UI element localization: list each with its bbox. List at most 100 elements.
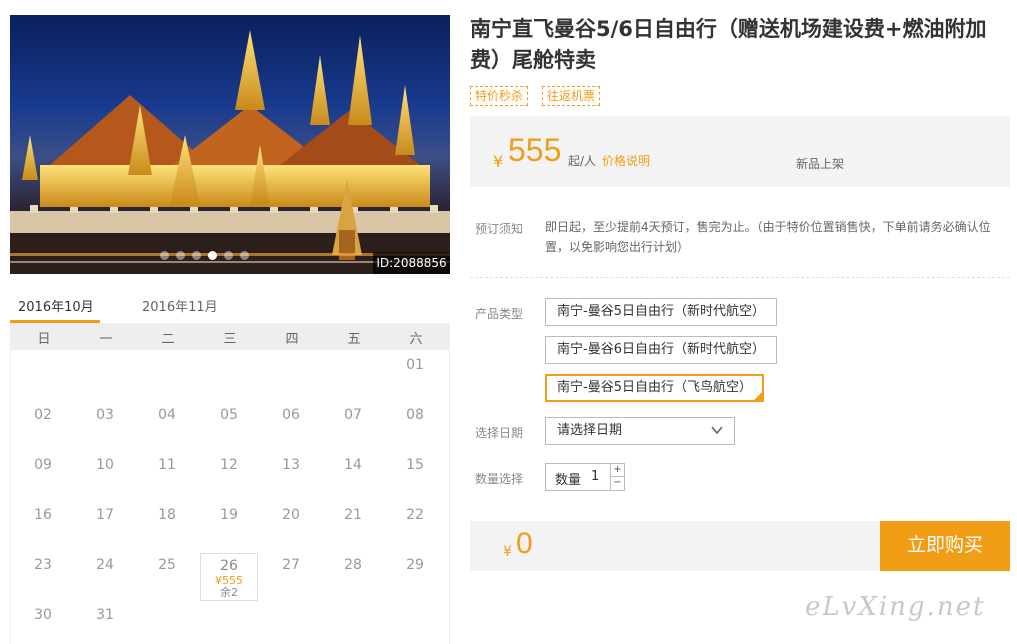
price-unit: 起/人 [568,154,597,168]
calendar-day: 31 [76,603,134,644]
calendar-day: 10 [76,453,134,501]
slide-dot[interactable] [176,251,185,260]
quantity-minus-button[interactable]: − [610,477,624,490]
day-number: 31 [96,607,114,623]
weekday-label: 六 [409,332,423,347]
tab-month-oct[interactable]: 2016年10月 [18,296,94,315]
calendar-day: 20 [262,503,320,551]
day-number: 25 [158,557,176,573]
calendar-day: 19 [200,503,258,551]
calendar-month-tabs: 2016年10月 2016年11月 [10,288,450,324]
quantity-value[interactable]: 1 [591,469,599,484]
slide-dot-active[interactable] [208,251,217,260]
day-number: 26 [220,558,238,574]
buy-now-button[interactable]: 立即购买 [880,521,1010,571]
day-number: 02 [34,407,52,423]
booking-notice-label: 预订须知 [475,222,524,236]
weekday-label: 日 [37,332,51,347]
day-number: 08 [406,407,424,423]
slide-dot[interactable] [240,251,249,260]
day-number: 29 [406,557,424,573]
total-panel: ¥ 0 立即购买 [470,521,1010,571]
weekday-label: 一 [99,332,113,347]
quantity-plus-button[interactable]: + [610,464,624,477]
day-number: 19 [220,507,238,523]
date-select-dropdown[interactable]: 请选择日期 [545,417,735,445]
section-divider [470,277,1010,278]
day-number: 01 [406,357,424,373]
calendar-day: 15 [386,453,444,501]
slide-dot[interactable] [224,251,233,260]
calendar-day: 09 [14,453,72,501]
calendar-day: 14 [324,453,382,501]
calendar-day: 02 [14,403,72,451]
calendar-day: 25 [138,553,196,601]
tag-flash-sale: 特价秒杀 [470,86,529,106]
day-number: 11 [158,457,176,473]
watermark-text: eLvXing.net [805,592,986,622]
calendar-day: 29 [386,553,444,601]
option-label: 南宁-曼谷5日自由行（飞鸟航空） [557,380,752,395]
calendar-day: 28 [324,553,382,601]
tag-round-trip: 往返机票 [542,86,601,106]
day-number: 14 [344,457,362,473]
price-explanation-link[interactable]: 价格说明 [602,152,650,169]
calendar-day: 06 [262,403,320,451]
slide-dot[interactable] [160,251,169,260]
quantity-inner-label: 数量 [555,473,582,488]
booking-notice-text: 即日起，至少提前4天预订，售完为止。（由于特价位置销售快，下单前请务必确认位置，… [545,220,991,254]
calendar-day: 01 [386,353,444,401]
calendar-day: 30 [14,603,72,644]
tab-month-nov[interactable]: 2016年11月 [142,296,218,315]
photo-id-label: ID:2088856 [373,252,450,274]
total-amount: 0 [516,527,533,560]
weekday-label: 二 [161,332,175,347]
calendar-day: 21 [324,503,382,551]
product-type-label: 产品类型 [475,307,524,321]
quantity-stepper[interactable]: 数量 1 + − [545,463,625,491]
day-number: 22 [406,507,424,523]
price-panel: ¥ 555 起/人 价格说明 新品上架 [470,116,1010,187]
day-number: 12 [220,457,238,473]
weekday-label: 四 [285,332,299,347]
new-arrival-badge: 新品上架 [796,157,845,171]
option-label: 南宁-曼谷5日自由行（新时代航空） [557,304,765,319]
site-watermark: eLvXing.net [805,592,985,622]
calendar-day: 12 [200,453,258,501]
chevron-down-icon [711,426,723,435]
product-photo[interactable]: ID:2088856 [10,15,450,274]
day-number: 03 [96,407,114,423]
day-number: 28 [344,557,362,573]
product-type-option-1[interactable]: 南宁-曼谷5日自由行（新时代航空） [545,298,777,326]
calendar-day: 04 [138,403,196,451]
day-number: 07 [344,407,362,423]
slide-indicator [160,251,249,260]
calendar-day-available[interactable]: 26 ¥555 余2 [200,553,258,601]
calendar-day: 03 [76,403,134,451]
product-type-option-3-selected[interactable]: 南宁-曼谷5日自由行（飞鸟航空） [545,374,764,402]
day-number: 09 [34,457,52,473]
day-number: 18 [158,507,176,523]
slide-dot[interactable] [192,251,201,260]
calendar-day: 11 [138,453,196,501]
weekday-label: 五 [347,332,361,347]
day-number: 06 [282,407,300,423]
product-type-option-2[interactable]: 南宁-曼谷6日自由行（新时代航空） [545,336,777,364]
quantity-label: 数量选择 [475,472,524,486]
day-number: 24 [96,557,114,573]
calendar-day: 05 [200,403,258,451]
day-number: 23 [34,557,52,573]
calendar-day: 23 [14,553,72,601]
calendar-day: 13 [262,453,320,501]
calendar-day: 08 [386,403,444,451]
selected-corner-icon [753,392,762,400]
calendar-day: 07 [324,403,382,451]
day-number: 21 [344,507,362,523]
calendar-day: 22 [386,503,444,551]
temple-photo-illustration [10,30,450,274]
day-number: 13 [282,457,300,473]
calendar-day: 17 [76,503,134,551]
day-number: 04 [158,407,176,423]
day-number: 30 [34,607,52,623]
date-select-label: 选择日期 [475,426,524,440]
